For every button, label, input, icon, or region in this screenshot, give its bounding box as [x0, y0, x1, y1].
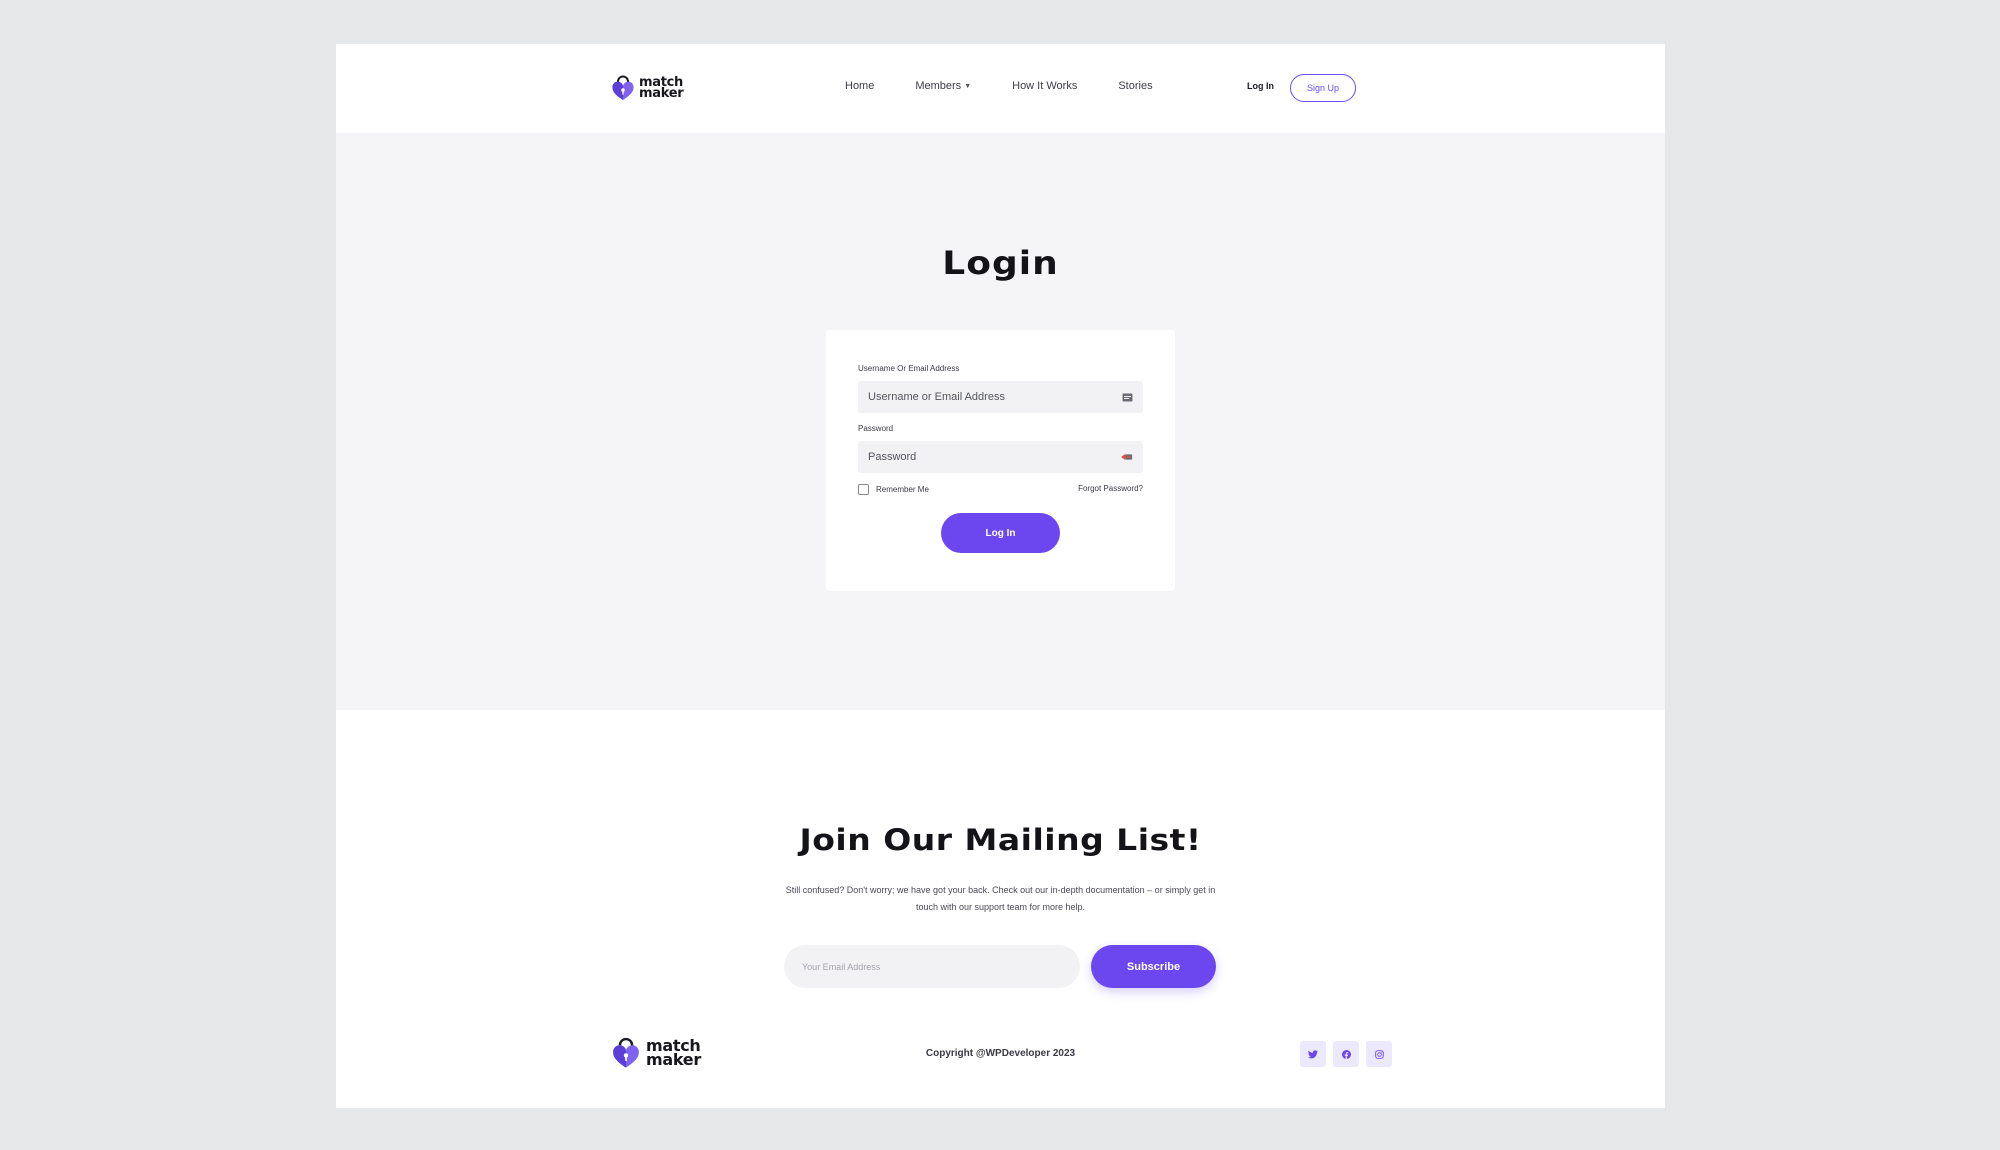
nav-item-home[interactable]: Home: [845, 80, 874, 92]
remember-me[interactable]: Remember Me: [858, 484, 929, 495]
twitter-link[interactable]: [1300, 1041, 1326, 1067]
subscribe-button[interactable]: Subscribe: [1091, 945, 1216, 988]
mailing-list-title: Join Our Mailing List!: [799, 821, 1202, 858]
login-form-card: Username Or Email Address Password: [826, 330, 1175, 591]
newsletter-email-wrapper: [784, 945, 1080, 988]
nav-item-label: Home: [845, 80, 875, 92]
login-section: Login Username Or Email Address Password: [336, 133, 1665, 710]
facebook-link[interactable]: [1333, 1041, 1359, 1067]
twitter-icon: [1308, 1049, 1318, 1058]
nav-item-label: How It Works: [1012, 80, 1078, 92]
password-label: Password: [858, 424, 894, 433]
nav-item-stories[interactable]: Stories: [1118, 80, 1152, 92]
copyright-text: Copyright @WPDeveloper 2023: [925, 1048, 1076, 1059]
main-nav: Home Members ▼ How It Works Stories: [845, 80, 1194, 92]
caret-down-icon: ▼: [964, 82, 972, 90]
header-login-link[interactable]: Log In: [1247, 81, 1274, 91]
nav-item-label: Members: [915, 80, 962, 92]
login-submit-button[interactable]: Log In: [941, 513, 1060, 553]
site-header: match maker Home Members ▼ How It Works …: [336, 44, 1665, 133]
username-input[interactable]: [868, 391, 1121, 403]
password-input[interactable]: [868, 451, 1121, 463]
forgot-password-link[interactable]: Forgot Password?: [1078, 484, 1143, 493]
social-links: [1300, 1041, 1399, 1067]
instagram-link[interactable]: [1366, 1041, 1392, 1067]
remember-me-label: Remember Me: [876, 485, 929, 494]
instagram-icon: [1374, 1049, 1384, 1059]
signup-button[interactable]: Sign Up: [1290, 74, 1356, 102]
logo-wordmark: match maker: [639, 76, 684, 101]
key-icon[interactable]: [1121, 452, 1133, 462]
page: match maker Home Members ▼ How It Works …: [336, 44, 1665, 1108]
password-field-wrapper: [858, 441, 1143, 473]
lock-heart-logo-icon: [612, 75, 634, 100]
mailing-list-description: Still confused? Don't worry; we have got…: [785, 885, 1216, 912]
logo-line2: maker: [639, 86, 684, 101]
facebook-icon: [1341, 1049, 1351, 1059]
remember-me-checkbox[interactable]: [858, 484, 869, 495]
nav-item-how-it-works[interactable]: How It Works: [1012, 80, 1077, 92]
page-title: Login: [942, 245, 1059, 282]
nav-item-members[interactable]: Members ▼: [915, 80, 971, 92]
header-logo[interactable]: match maker: [611, 74, 684, 102]
username-label: Username Or Email Address: [858, 364, 960, 373]
newsletter-email-input[interactable]: [802, 961, 1062, 972]
nav-item-label: Stories: [1118, 80, 1153, 92]
username-field-wrapper: [858, 381, 1143, 413]
id-card-icon: [1121, 392, 1133, 402]
